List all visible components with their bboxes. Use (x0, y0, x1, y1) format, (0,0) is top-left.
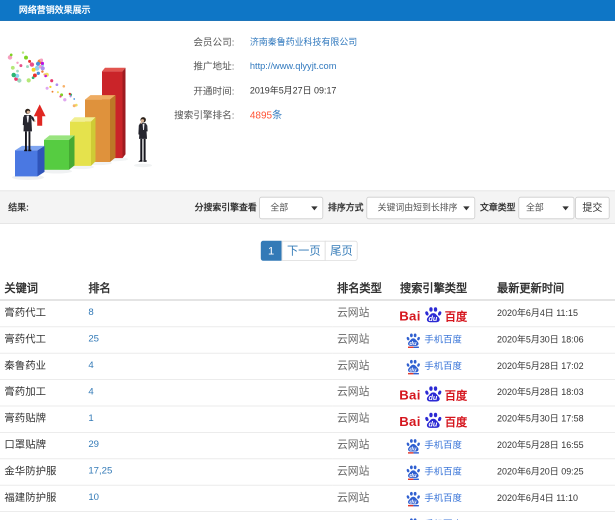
svg-text:du: du (409, 367, 417, 373)
svg-text:Bai: Bai (400, 414, 421, 429)
svg-text:Bai: Bai (400, 308, 421, 323)
svg-text:du: du (409, 446, 417, 452)
svg-text:du: du (428, 314, 437, 323)
svg-text:百度: 百度 (445, 388, 467, 402)
svg-text:Bai: Bai (400, 387, 421, 402)
svg-text:百度: 百度 (445, 309, 467, 323)
svg-text:du: du (409, 341, 417, 347)
svg-text:du: du (409, 473, 417, 479)
svg-text:百度: 百度 (445, 415, 467, 429)
svg-text:du: du (428, 393, 437, 402)
svg-text:du: du (428, 419, 437, 428)
svg-text:du: du (409, 499, 417, 505)
